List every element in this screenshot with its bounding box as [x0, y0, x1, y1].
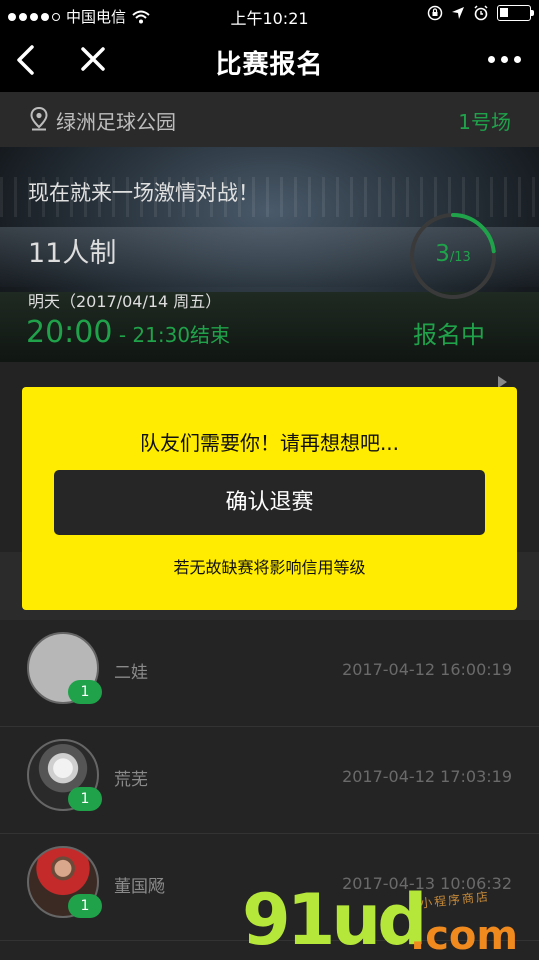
field-number: 1号场 [458, 110, 511, 134]
watermark-logo: 91ud 小程序商店 .com [242, 885, 532, 960]
watermark-tagline: 小程序商店 [419, 889, 491, 911]
location-arrow-icon [452, 7, 464, 19]
list-item[interactable]: 1 荒芜 2017-04-12 17:03:19 [0, 727, 539, 834]
venue-name: 绿洲足球公园 [56, 110, 176, 134]
signup-time: 2017-04-12 16:00:19 [342, 660, 512, 679]
signup-time: 2017-04-12 17:03:19 [342, 767, 512, 786]
rotation-lock-icon [427, 5, 443, 21]
player-name: 荒芜 [114, 770, 148, 790]
location-pin-icon [30, 107, 48, 131]
registration-count: 3/13 [408, 241, 498, 267]
match-date: 明天（2017/04/14 周五） [28, 292, 222, 311]
count-badge: 1 [68, 894, 102, 918]
dialog-message: 队友们需要你！请再想想吧... [139, 431, 400, 455]
player-name: 二娃 [114, 663, 148, 683]
start-time: 20:00 [26, 315, 113, 350]
nav-bar: 比赛报名 [0, 30, 539, 92]
match-slogan: 现在就来一场激情对战！ [28, 181, 259, 205]
player-name: 董国飏 [114, 877, 165, 897]
capacity-count: /13 [449, 250, 471, 265]
dialog-warning: 若无故缺赛将影响信用等级 [173, 558, 366, 577]
registered-count: 3 [435, 241, 450, 267]
more-dots-icon[interactable] [488, 56, 521, 63]
battery-icon [497, 5, 534, 21]
registration-progress: 3/13 [408, 211, 498, 301]
watermark-suffix: .com [410, 913, 519, 959]
status-icons [427, 5, 534, 21]
count-badge: 1 [68, 787, 102, 811]
quit-confirm-dialog: 队友们需要你！请再想想吧... 确认退赛 若无故缺赛将影响信用等级 [22, 387, 517, 610]
count-badge: 1 [68, 680, 102, 704]
match-format: 11人制 [28, 238, 117, 269]
end-time: - 21:30结束 [112, 323, 231, 347]
watermark-brand: 91ud [242, 879, 427, 960]
list-item[interactable]: 1 二娃 2017-04-12 16:00:19 [0, 620, 539, 727]
confirm-quit-button[interactable]: 确认退赛 [54, 470, 485, 535]
status-bar: 中国电信 上午10:21 [0, 0, 539, 30]
registration-status: 报名中 [413, 321, 485, 349]
match-banner: 现在就来一场激情对战！ 11人制 明天（2017/04/14 周五） 20:00… [0, 147, 539, 362]
alarm-icon [474, 5, 488, 21]
page-title: 比赛报名 [215, 50, 324, 80]
venue-row[interactable]: 绿洲足球公园 1号场 [0, 92, 539, 147]
match-time: 20:00 - 21:30结束 [26, 315, 230, 350]
